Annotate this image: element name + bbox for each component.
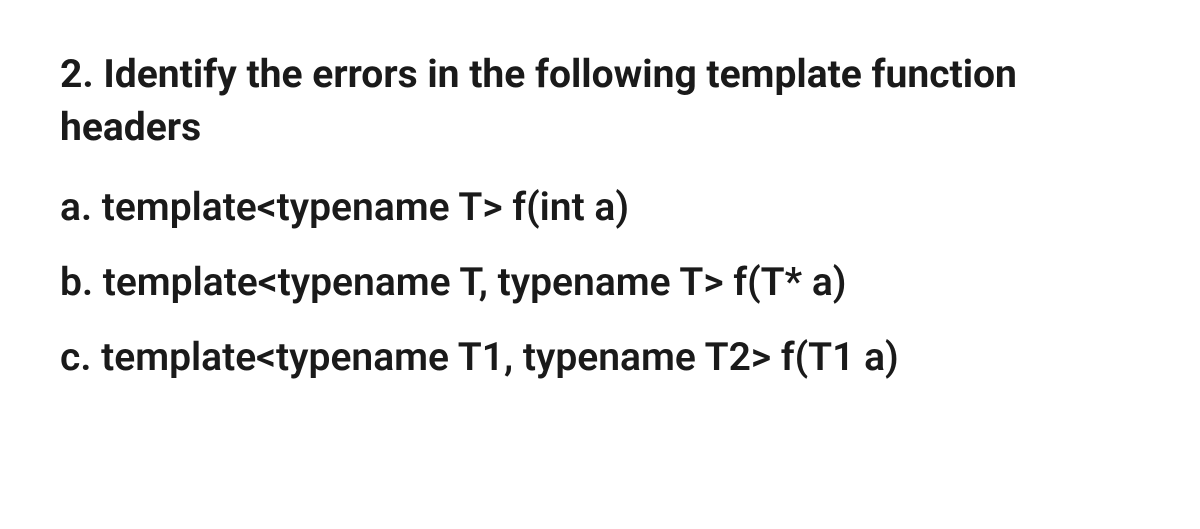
question-heading: 2. Identify the errors in the following … — [60, 48, 1140, 153]
option-a: a. template<typename T> f(int a) — [60, 181, 1140, 234]
option-c: c. template<typename T1, typename T2> f(… — [60, 331, 1140, 384]
option-b: b. template<typename T, typename T> f(T*… — [60, 256, 1140, 309]
